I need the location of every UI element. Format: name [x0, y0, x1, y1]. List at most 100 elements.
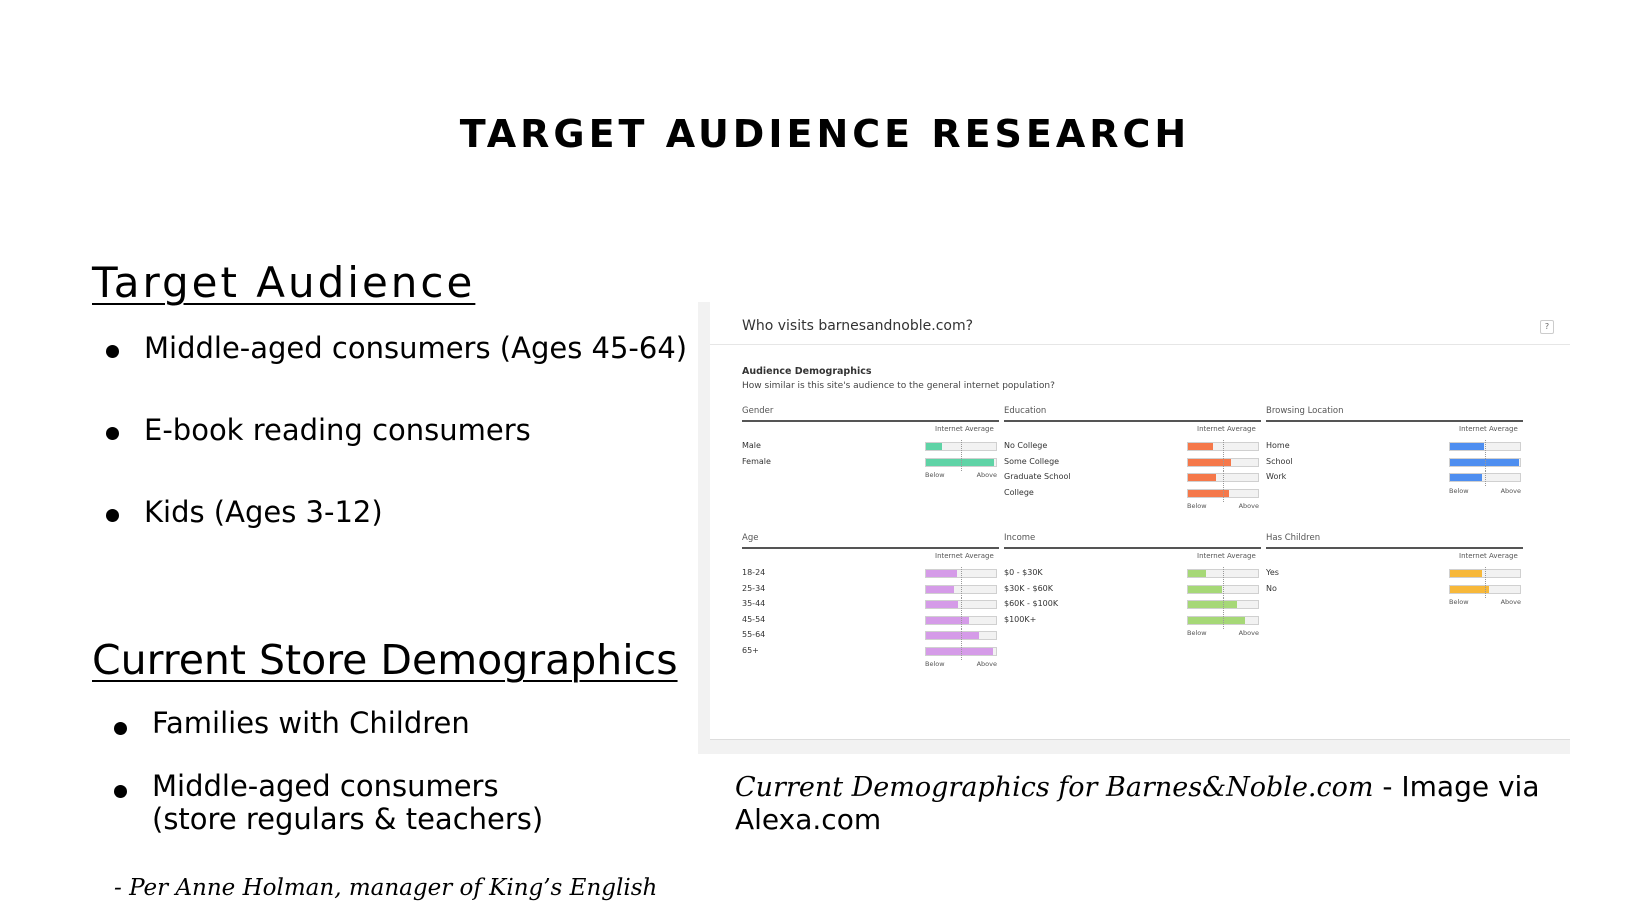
row-label: Male — [742, 441, 761, 450]
bar-fill — [1450, 474, 1483, 481]
panel-gender: Gender Internet Average Male Female Below Abo… — [742, 406, 999, 479]
table-row: $30K - $60K — [1004, 582, 1261, 599]
above-label: Above — [1500, 598, 1521, 606]
above-label: Above — [976, 471, 997, 479]
current-demographics-heading: Current Store Demographics — [92, 636, 678, 684]
above-label: Above — [1500, 486, 1521, 495]
comparison-bar — [1449, 455, 1521, 471]
target-audience-heading: Target Audience — [92, 258, 476, 307]
comparison-bar — [1449, 567, 1521, 582]
panel-rows: No College Some College Graduate School Col… — [1004, 440, 1261, 502]
average-marker — [961, 613, 962, 629]
row-label: No College — [1004, 441, 1048, 450]
average-marker — [1485, 567, 1486, 582]
table-row: 18-24 — [742, 567, 999, 583]
bar-fill — [926, 570, 957, 577]
bar-fill — [1450, 570, 1483, 577]
comparison-bar — [1449, 440, 1521, 455]
bullet-text: Kids (Ages 3-12) — [144, 495, 383, 529]
target-audience-list: Middle-aged consumers (Ages 45-64) E-boo… — [104, 330, 687, 576]
table-row: 55-64 — [742, 629, 999, 645]
slide-title: TARGET AUDIENCE RESEARCH — [459, 112, 1191, 156]
caption-italic: Current Demographics for Barnes&Noble.co… — [735, 772, 1374, 803]
list-item: Families with Children — [112, 707, 543, 740]
list-item: E-book reading consumers — [104, 412, 687, 448]
row-label: $30K - $60K — [1004, 583, 1054, 593]
list-item: Middle-aged consumers (store regulars & t… — [112, 770, 543, 836]
table-row: $60K - $100K — [1004, 598, 1261, 614]
bullet-text-continued: (store regulars & teachers) — [152, 802, 544, 836]
table-row: Home — [1266, 440, 1523, 456]
internet-average-label: Internet Average — [935, 425, 994, 433]
table-row: Graduate School — [1004, 471, 1261, 487]
comparison-bar — [1187, 582, 1259, 598]
table-row: School — [1266, 455, 1523, 472]
bullet-icon — [114, 785, 127, 798]
bar-fill — [1188, 601, 1237, 608]
bar-fill — [1188, 585, 1222, 593]
panel-education: Education Internet Average No College Some … — [1004, 406, 1261, 510]
table-row: $0 - $30K — [1004, 567, 1261, 583]
comparison-bar — [925, 613, 997, 629]
bar-fill — [926, 632, 980, 639]
average-marker — [1223, 613, 1224, 629]
bar-fill — [1450, 585, 1490, 593]
widget-card: Who visits barnesandnoble.com? ? Audienc… — [710, 302, 1570, 740]
divider — [710, 344, 1570, 345]
table-row: Yes — [1266, 567, 1523, 583]
row-label: Female — [742, 456, 771, 466]
row-label: 25-34 — [742, 583, 766, 593]
row-label: 55-64 — [742, 630, 766, 639]
bar-fill — [1450, 443, 1484, 450]
comparison-bar — [925, 582, 997, 598]
comparison-bar — [1187, 471, 1259, 486]
average-marker — [961, 567, 962, 582]
bar-fill — [1188, 474, 1216, 481]
row-label: Some College — [1004, 456, 1060, 466]
comparison-bar — [1449, 471, 1521, 486]
image-caption: Current Demographics for Barnes&Noble.co… — [735, 770, 1650, 836]
row-label: 65+ — [742, 645, 759, 655]
help-icon[interactable]: ? — [1540, 320, 1554, 334]
panel-age: Age Internet Average 18-24 25-34 35-44 45-54 5… — [742, 533, 999, 668]
row-label: School — [1266, 456, 1293, 466]
panel-title: Has Children — [1266, 533, 1523, 549]
alexa-demographics-screenshot: Who visits barnesandnoble.com? ? Audienc… — [698, 302, 1570, 754]
average-marker — [1223, 582, 1224, 598]
row-label: 18-24 — [742, 568, 766, 577]
bar-fill — [1188, 458, 1232, 466]
comparison-bar — [925, 629, 997, 644]
bar-fill — [1188, 570, 1207, 577]
row-label: No — [1266, 583, 1277, 593]
panel-browsing-location: Browsing Location Internet Average Home Sch… — [1266, 406, 1523, 495]
bullet-text: Families with Children — [152, 706, 470, 740]
bar-fill — [926, 585, 954, 593]
internet-average-label: Internet Average — [1459, 425, 1518, 433]
current-demographics-list: Families with Children Middle-aged consu… — [112, 707, 543, 836]
below-label: Below — [1187, 629, 1207, 637]
internet-average-label: Internet Average — [1459, 552, 1518, 560]
comparison-bar — [1187, 440, 1259, 455]
row-label: College — [1004, 487, 1034, 497]
panel-title: Age — [742, 533, 999, 549]
comparison-bar — [925, 567, 997, 582]
panel-title: Income — [1004, 533, 1261, 549]
above-label: Above — [976, 660, 997, 668]
panel-title: Gender — [742, 406, 999, 422]
above-label: Above — [1238, 502, 1259, 510]
table-row: 35-44 — [742, 598, 999, 614]
comparison-bar — [925, 440, 997, 455]
below-label: Below — [1449, 486, 1469, 495]
average-marker — [961, 582, 962, 598]
row-label: Home — [1266, 441, 1290, 450]
internet-average-label: Internet Average — [1197, 425, 1256, 433]
average-marker — [961, 644, 962, 660]
below-label: Below — [1449, 598, 1469, 606]
row-label: Work — [1266, 472, 1287, 481]
average-marker — [1485, 471, 1486, 486]
table-row: College — [1004, 486, 1261, 503]
section-title: Audience Demographics — [742, 366, 872, 377]
average-marker — [1223, 471, 1224, 486]
table-row: No College — [1004, 440, 1261, 456]
comparison-bar — [1187, 486, 1259, 502]
